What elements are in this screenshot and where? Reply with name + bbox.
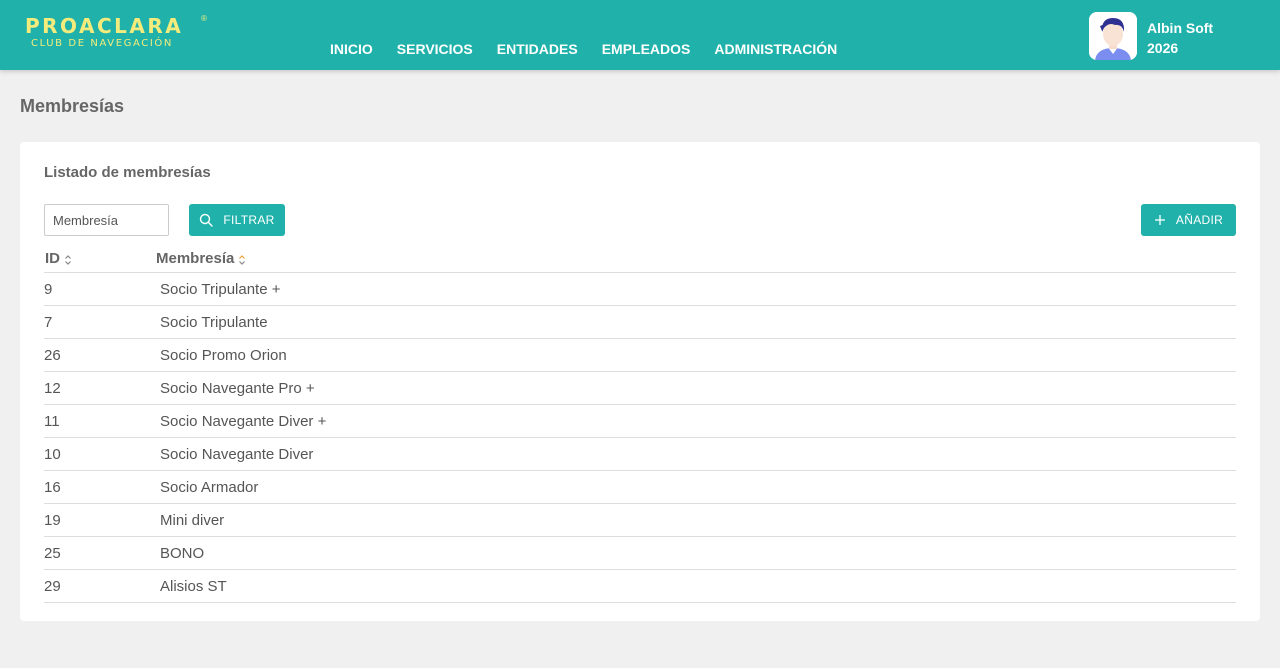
filter-button[interactable]: FILTRAR bbox=[189, 204, 285, 236]
cell-membership: Socio Navegante Diver + bbox=[160, 413, 327, 430]
cell-membership: Alisios ST bbox=[160, 578, 227, 595]
cell-membership: Socio Tripulante + bbox=[160, 281, 281, 298]
page-title: Membresías bbox=[20, 96, 125, 116]
table-row[interactable]: 12 Socio Navegante Pro + bbox=[44, 372, 1236, 405]
cell-id: 25 bbox=[44, 545, 61, 562]
column-header-id-label: ID bbox=[45, 250, 60, 267]
filter-button-label: FILTRAR bbox=[223, 213, 275, 227]
cell-membership: BONO bbox=[160, 545, 205, 562]
brand-tagline: CLUB DE NAVEGACIÓN bbox=[31, 38, 173, 49]
user-name: Albin Soft bbox=[1147, 20, 1214, 36]
add-button[interactable]: AÑADIR bbox=[1141, 204, 1236, 236]
table-row[interactable]: 16 Socio Armador bbox=[44, 471, 1236, 504]
plus-icon bbox=[1154, 215, 1165, 225]
nav-item-entidades[interactable]: ENTIDADES bbox=[497, 41, 578, 57]
table-row[interactable]: 19 Mini diver bbox=[44, 504, 1236, 537]
sort-active-icon bbox=[239, 254, 246, 265]
main-nav: INICIO SERVICIOS ENTIDADES EMPLEADOS ADM… bbox=[330, 41, 861, 57]
user-info: Albin Soft 2026 bbox=[1147, 18, 1213, 60]
table-row[interactable]: 9 Socio Tripulante + bbox=[44, 273, 1236, 306]
table-header: ID Membresía bbox=[44, 248, 1236, 273]
cell-membership: Socio Tripulante bbox=[160, 314, 268, 331]
card-title: Listado de membresías bbox=[44, 164, 211, 181]
add-button-label: AÑADIR bbox=[1175, 213, 1224, 227]
table-row[interactable]: 10 Socio Navegante Diver bbox=[44, 438, 1236, 471]
sort-icon bbox=[65, 254, 71, 265]
cell-id: 26 bbox=[44, 347, 61, 364]
table-row[interactable]: 26 Socio Promo Orion bbox=[44, 339, 1236, 372]
user-avatar-icon[interactable] bbox=[1089, 12, 1137, 60]
cell-membership: Socio Promo Orion bbox=[160, 347, 287, 364]
table-row[interactable]: 29 Alisios ST bbox=[44, 570, 1236, 603]
column-header-membership-label: Membresía bbox=[156, 250, 235, 267]
table-row[interactable]: 25 BONO bbox=[44, 537, 1236, 570]
cell-id: 19 bbox=[44, 512, 61, 529]
cell-membership: Socio Armador bbox=[160, 479, 259, 496]
brand-name: PROACLARA bbox=[25, 14, 184, 38]
cell-membership: Mini diver bbox=[160, 512, 225, 529]
table-row[interactable]: 11 Socio Navegante Diver + bbox=[44, 405, 1236, 438]
cell-id: 10 bbox=[44, 446, 61, 463]
search-icon bbox=[200, 213, 214, 227]
column-header-membership[interactable]: Membresía bbox=[156, 250, 246, 267]
membership-filter-input[interactable] bbox=[44, 204, 169, 236]
cell-id: 12 bbox=[44, 380, 61, 397]
nav-item-inicio[interactable]: INICIO bbox=[330, 41, 373, 57]
nav-item-empleados[interactable]: EMPLEADOS bbox=[602, 41, 691, 57]
cell-id: 7 bbox=[44, 314, 53, 331]
cell-membership: Socio Navegante Diver bbox=[160, 446, 314, 463]
cell-id: 9 bbox=[44, 281, 53, 298]
nav-item-administracion[interactable]: ADMINISTRACIÓN bbox=[714, 41, 837, 57]
cell-id: 16 bbox=[44, 479, 61, 496]
column-header-id[interactable]: ID bbox=[45, 250, 72, 267]
table-row[interactable]: 7 Socio Tripulante bbox=[44, 306, 1236, 339]
user-menu[interactable]: Albin Soft 2026 bbox=[1089, 12, 1213, 60]
user-year: 2026 bbox=[1147, 40, 1179, 56]
memberships-card: Listado de membresías FILTRAR AÑADIR ID bbox=[20, 142, 1260, 621]
top-bar: PROACLARA ® CLUB DE NAVEGACIÓN INICIO SE… bbox=[0, 0, 1280, 70]
cell-id: 11 bbox=[44, 413, 60, 430]
registered-mark: ® bbox=[201, 14, 207, 23]
cell-membership: Socio Navegante Pro + bbox=[160, 380, 315, 397]
brand-logo[interactable]: PROACLARA ® CLUB DE NAVEGACIÓN bbox=[25, 14, 207, 51]
memberships-table: ID Membresía 9 Socio Tripulante + 7 Soci… bbox=[44, 248, 1236, 603]
nav-item-servicios[interactable]: SERVICIOS bbox=[397, 41, 473, 57]
cell-id: 29 bbox=[44, 578, 61, 595]
